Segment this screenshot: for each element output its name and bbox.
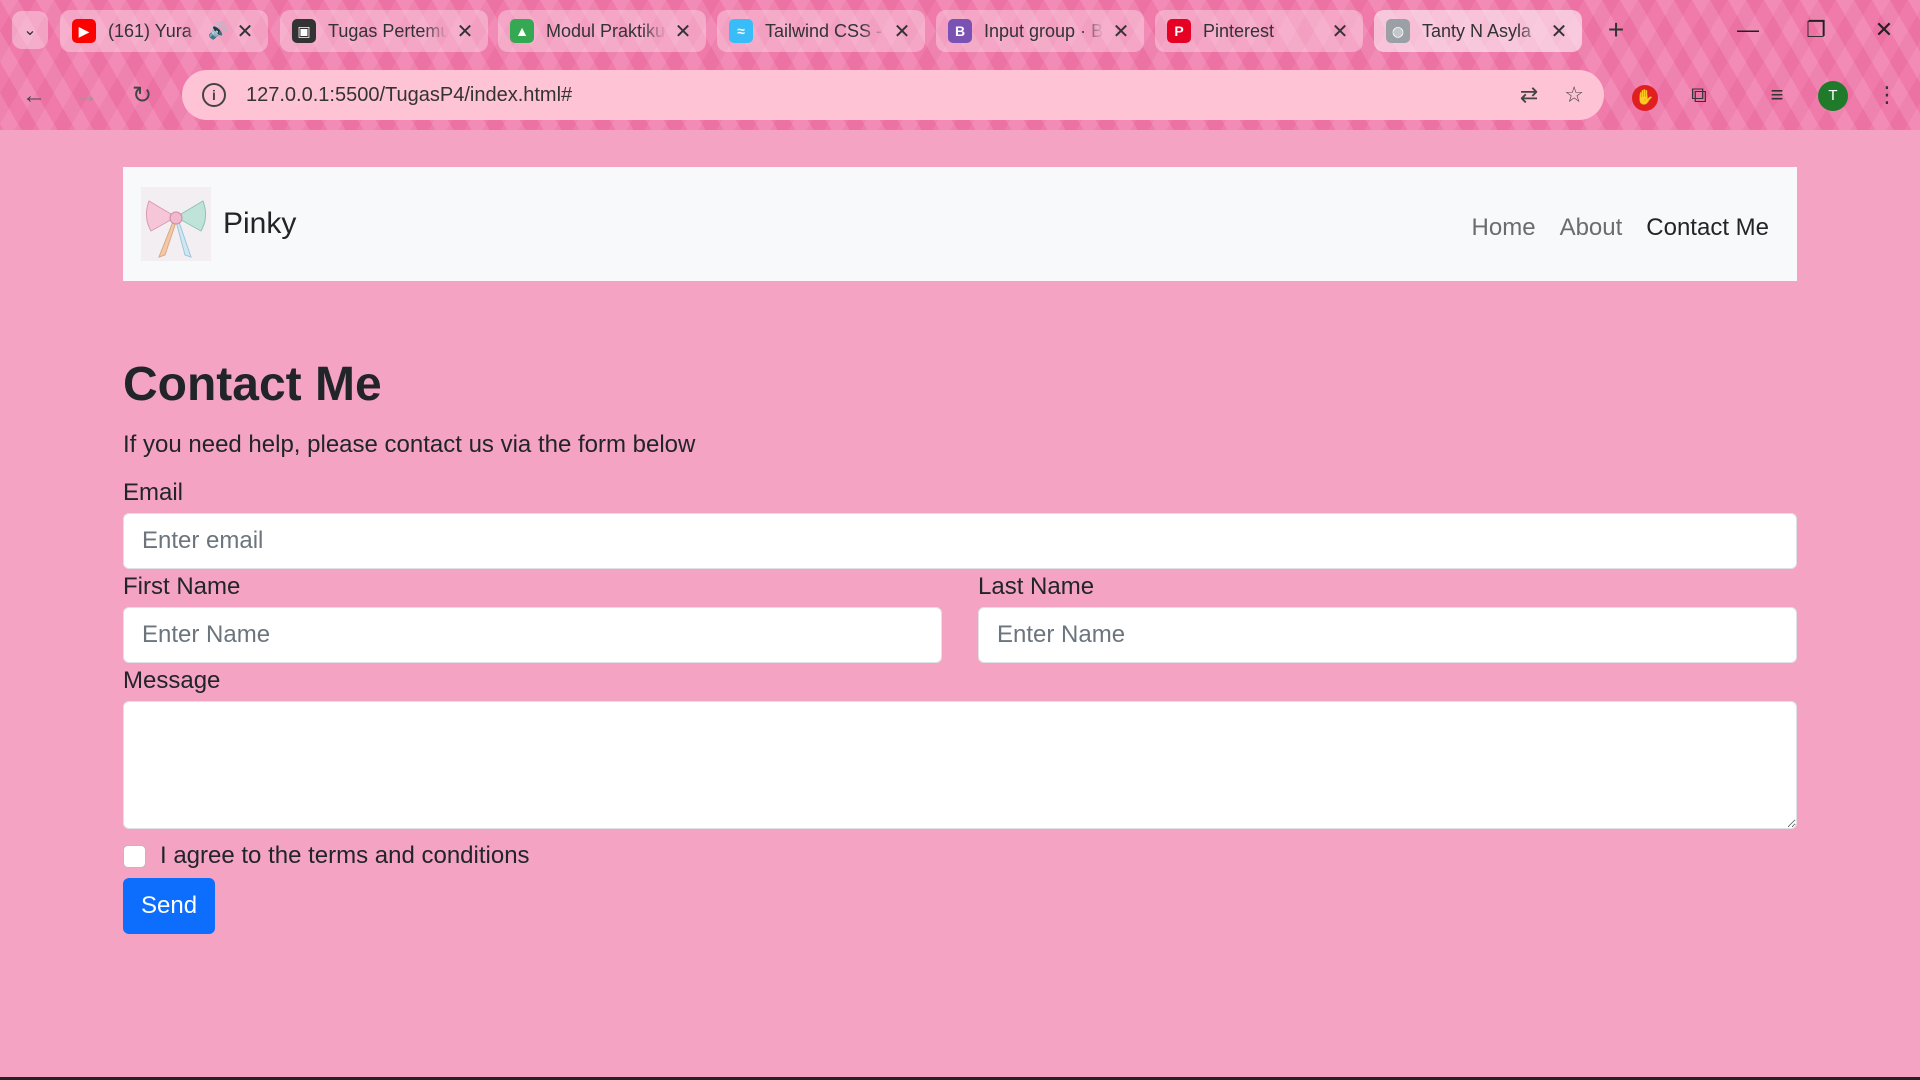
classroom-icon: ▣: [292, 19, 316, 43]
message-label: Message: [123, 667, 221, 694]
tab-title: Pinterest: [1203, 20, 1275, 41]
message-group: Message: [123, 667, 1797, 834]
profile-avatar[interactable]: T: [1818, 81, 1848, 111]
tab-strip: ⌄ ▶ (161) Yura 🔊 ✕ ▣ Tugas Pertemuan ✕ ▲ Modul P…: [0, 0, 1920, 62]
page-subtitle: If you need help, please contact us via …: [123, 431, 696, 458]
send-button[interactable]: Send: [123, 878, 216, 934]
browser-tab[interactable]: B Input group · B ✕: [936, 10, 1144, 52]
brand-name[interactable]: Pinky: [223, 207, 296, 241]
last-name-input[interactable]: [978, 607, 1797, 663]
browser-chrome: ⌄ ▶ (161) Yura 🔊 ✕ ▣ Tugas Pertemuan ✕ ▲ Modul P…: [0, 0, 1920, 130]
name-row: First Name Last Name: [123, 573, 1797, 663]
last-name-label: Last Name: [978, 573, 1095, 600]
browser-tab[interactable]: ▣ Tugas Pertemuan ✕: [280, 10, 488, 52]
address-bar[interactable]: i 127.0.0.1:5500/TugasP4/index.html# ⇄ ☆: [182, 70, 1604, 120]
tab-close-icon[interactable]: ✕: [891, 19, 913, 44]
navbar: Pinky Home About Contact Me: [123, 167, 1797, 281]
extensions-icon[interactable]: ⧉: [1682, 78, 1716, 112]
message-textarea[interactable]: [123, 701, 1797, 829]
browser-tab[interactable]: ≈ Tailwind CSS - ✕: [717, 10, 925, 52]
nav-link-home[interactable]: Home: [1472, 214, 1536, 242]
adblock-extension-icon[interactable]: ✋: [1628, 78, 1662, 112]
minimize-button[interactable]: —: [1728, 12, 1768, 48]
nav-link-about[interactable]: About: [1560, 214, 1623, 242]
bookmark-star-icon[interactable]: ☆: [1564, 82, 1584, 108]
url-text[interactable]: 127.0.0.1:5500/TugasP4/index.html#: [246, 84, 1494, 107]
tab-close-icon[interactable]: ✕: [1329, 19, 1351, 44]
browser-tab[interactable]: ▲ Modul Praktikum ✕: [498, 10, 706, 52]
google-drive-icon: ▲: [510, 19, 534, 43]
new-tab-button[interactable]: +: [1598, 13, 1634, 49]
browser-tab[interactable]: ▶ (161) Yura 🔊 ✕: [60, 10, 268, 52]
browser-tab[interactable]: ◍ Tanty N Asyla ✕: [1374, 10, 1582, 52]
tab-close-icon[interactable]: ✕: [1110, 19, 1132, 44]
tab-close-icon[interactable]: ✕: [672, 19, 694, 44]
globe-icon: ◍: [1386, 19, 1410, 43]
first-name-input[interactable]: [123, 607, 942, 663]
browser-tab[interactable]: P Pinterest ✕: [1155, 10, 1363, 52]
terms-label[interactable]: I agree to the terms and conditions: [160, 842, 530, 870]
chevron-down-icon: ⌄: [23, 22, 37, 39]
tab-search-button[interactable]: ⌄: [12, 11, 48, 49]
contact-form: Email First Name Last Name Message: [123, 479, 1797, 934]
last-name-group: Last Name: [978, 573, 1797, 663]
email-group: Email: [123, 479, 1797, 569]
tab-close-icon[interactable]: ✕: [234, 19, 256, 44]
page-viewport: Pinky Home About Contact Me Contact Me I…: [0, 130, 1920, 1077]
tailwind-icon: ≈: [729, 19, 753, 43]
email-input[interactable]: [123, 513, 1797, 569]
bootstrap-icon: B: [948, 19, 972, 43]
tab-title: Tanty N Asyla: [1422, 20, 1532, 41]
pinterest-icon: P: [1167, 19, 1191, 43]
translate-icon[interactable]: ⇄: [1520, 82, 1538, 108]
first-name-label: First Name: [123, 573, 241, 600]
nav-link-contact[interactable]: Contact Me: [1646, 214, 1769, 242]
nav-links: Home About Contact Me: [1472, 214, 1769, 242]
tab-title: Tailwind CSS -: [765, 20, 883, 41]
tab-title: Input group · B: [984, 20, 1104, 41]
tab-title: (161) Yura: [108, 20, 192, 41]
bow-logo-icon: [141, 187, 211, 261]
email-label: Email: [123, 479, 184, 506]
speaker-icon[interactable]: 🔊: [208, 21, 228, 41]
media-control-icon[interactable]: ≡: [1760, 78, 1794, 112]
back-button[interactable]: ←: [16, 78, 52, 114]
first-name-group: First Name: [123, 573, 942, 663]
site-info-icon[interactable]: i: [202, 83, 226, 107]
restore-button[interactable]: ❐: [1796, 12, 1836, 48]
tab-close-icon[interactable]: ✕: [454, 19, 476, 44]
page-title: Contact Me: [123, 358, 382, 411]
tab-title: Modul Praktikum: [546, 20, 666, 41]
close-window-button[interactable]: ✕: [1864, 12, 1904, 48]
contact-section: Contact Me If you need help, please cont…: [123, 355, 1797, 934]
youtube-icon: ▶: [72, 19, 96, 43]
forward-button[interactable]: →: [68, 78, 104, 114]
terms-checkbox[interactable]: [123, 844, 146, 868]
menu-kebab-icon[interactable]: ⋮: [1870, 78, 1904, 112]
reload-button[interactable]: ↻: [124, 78, 160, 114]
terms-checkbox-group: I agree to the terms and conditions: [123, 836, 1797, 876]
tab-title: Tugas Pertemuan: [328, 20, 448, 41]
tab-close-icon[interactable]: ✕: [1548, 19, 1570, 44]
